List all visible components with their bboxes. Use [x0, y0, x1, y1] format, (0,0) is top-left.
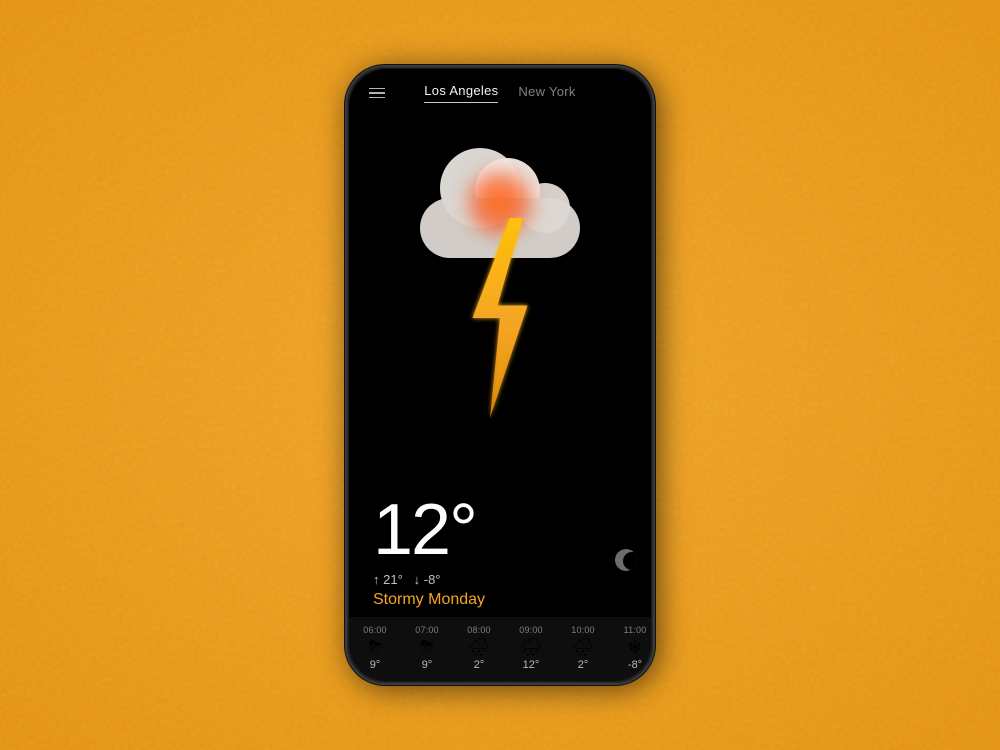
hour-item-5: 11:00 ❄ -8° — [609, 625, 651, 671]
hour-time-4: 10:00 — [571, 625, 595, 635]
city-tab-new-york[interactable]: New York — [518, 84, 575, 103]
hour-time-0: 06:00 — [363, 625, 387, 635]
hour-temp-1: 9° — [422, 659, 433, 671]
menu-icon[interactable] — [369, 88, 385, 99]
city-tabs: Los Angeles New York — [424, 83, 575, 103]
hour-time-3: 09:00 — [519, 625, 543, 635]
hour-temp-3: 12° — [523, 659, 540, 671]
hour-icon-2: 🌧 — [468, 638, 491, 656]
hour-temp-4: 2° — [578, 659, 589, 671]
temp-high: ↑ 21° — [373, 572, 403, 587]
hour-temp-5: -8° — [628, 659, 642, 671]
hour-time-5: 11:00 — [624, 625, 647, 635]
temp-range-display: ↑ 21° ↓ -8° — [373, 572, 627, 587]
hour-item-4: 10:00 🌧 2° — [557, 625, 609, 671]
hour-time-1: 07:00 — [415, 625, 439, 635]
volume-down-button[interactable] — [345, 215, 347, 250]
city-tab-los-angeles[interactable]: Los Angeles — [424, 83, 498, 103]
hour-time-2: 08:00 — [467, 625, 491, 635]
hour-item-3: 09:00 🌧 12° — [505, 625, 557, 671]
weather-condition: Stormy Monday — [373, 591, 627, 609]
hour-icon-1: ⛈ — [420, 638, 434, 656]
hour-item-0: 06:00 ⛈ 9° — [349, 625, 401, 671]
hour-icon-5: ❄ — [627, 638, 642, 656]
moon-indicator — [615, 549, 637, 571]
temp-low: ↓ -8° — [414, 572, 441, 587]
cloud-lightning-icon — [400, 158, 600, 438]
weather-icon-area — [349, 101, 651, 494]
phone-wrapper: Los Angeles New York — [345, 65, 655, 685]
hour-item-2: 08:00 🌧 2° — [453, 625, 505, 671]
hour-icon-4: 🌧 — [572, 638, 595, 656]
temperature-display: 12° — [373, 494, 627, 566]
hour-icon-0: ⛈ — [368, 638, 382, 656]
hour-icon-3: 🌧 — [520, 638, 543, 656]
phone-screen: Los Angeles New York — [349, 69, 651, 681]
nav-bar: Los Angeles New York — [349, 69, 651, 111]
hourly-forecast-strip[interactable]: 06:00 ⛈ 9° 07:00 ⛈ 9° 08:00 🌧 2° 09:00 🌧 12° 10:00 🌧 2… — [349, 617, 651, 681]
hour-item-1: 07:00 ⛈ 9° — [401, 625, 453, 671]
temperature-section: 12° ↑ 21° ↓ -8° Stormy Monday — [349, 494, 651, 617]
silent-button[interactable] — [345, 139, 347, 161]
moon-shape — [615, 549, 637, 571]
hour-temp-0: 9° — [370, 659, 381, 671]
hourly-row: 06:00 ⛈ 9° 07:00 ⛈ 9° 08:00 🌧 2° 09:00 🌧 12° 10:00 🌧 2… — [349, 625, 651, 671]
phone-device: Los Angeles New York — [345, 65, 655, 685]
volume-up-button[interactable] — [345, 167, 347, 202]
lightning-bolt-svg — [450, 218, 550, 418]
hour-temp-2: 2° — [474, 659, 485, 671]
